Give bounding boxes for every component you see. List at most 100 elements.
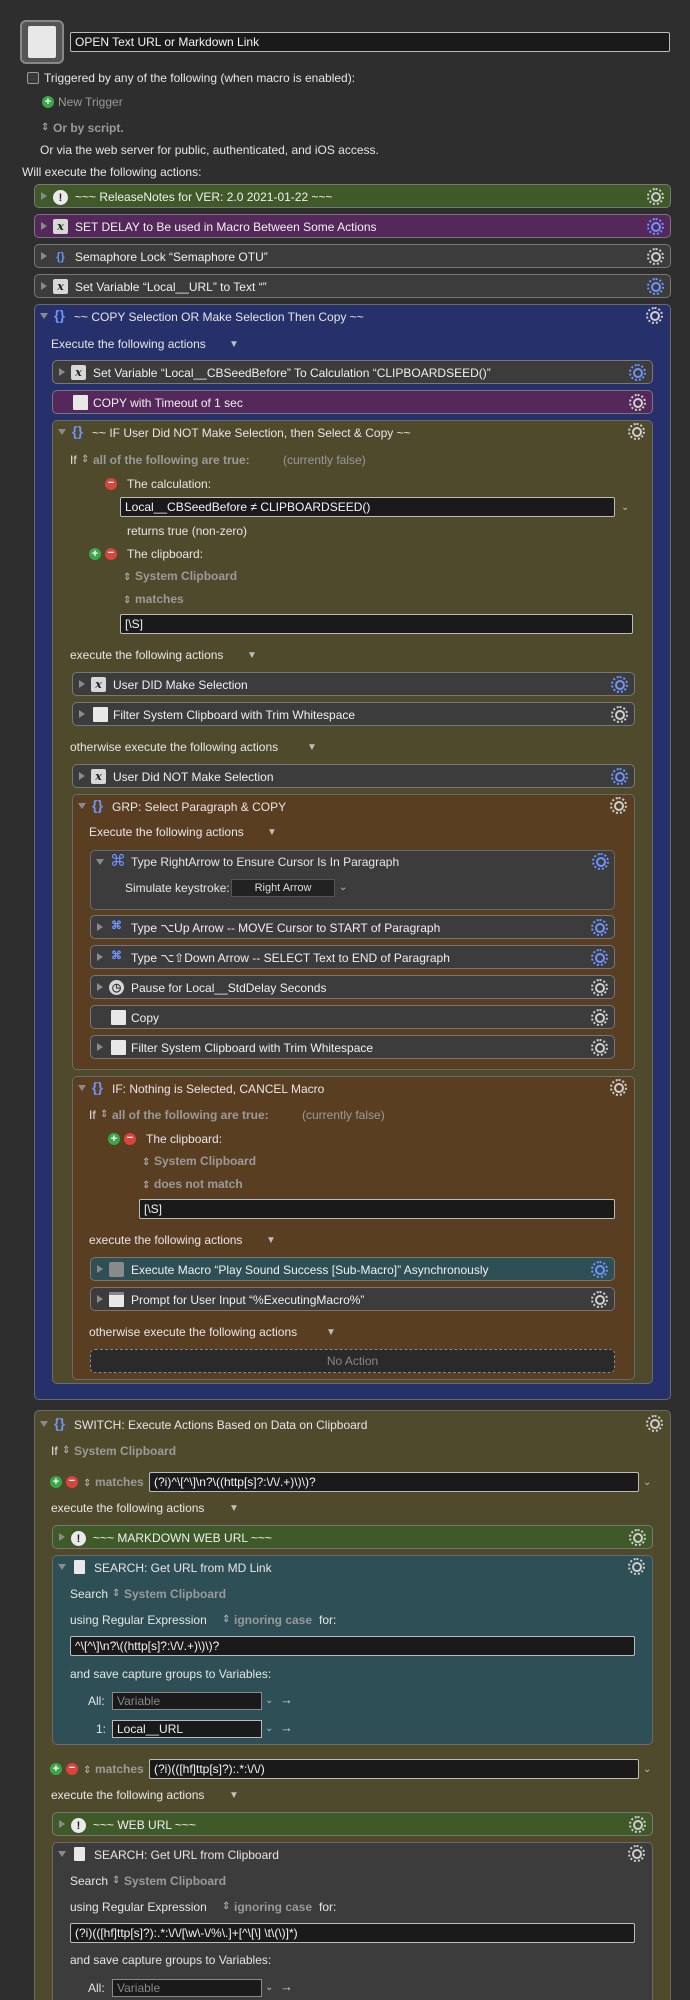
one-variable-field[interactable]: Local__URL (112, 1720, 262, 1738)
does-not-match-selector[interactable]: does not match (154, 1176, 243, 1192)
gear-icon[interactable] (628, 1558, 645, 1575)
system-clipboard-selector[interactable]: System Clipboard (124, 1586, 226, 1602)
remove-condition-icon[interactable]: − (105, 478, 117, 490)
chevron-down-icon[interactable]: ⌄ (643, 1764, 651, 1775)
action-md-web-url[interactable]: ! ~~~ MARKDOWN WEB URL ~~~ (52, 1525, 653, 1549)
action-type-up[interactable]: ⌘ Type ⌥Up Arrow -- MOVE Cursor to START… (90, 915, 615, 939)
action-prompt[interactable]: Prompt for User Input “%ExecutingMacro%” (90, 1287, 615, 1311)
case-regex-field[interactable]: (?i)(([hf]ttp[s]?):.*:\/\/) (149, 1759, 639, 1779)
action-copy-timeout[interactable]: COPY with Timeout of 1 sec (52, 390, 653, 414)
disclosure-open-icon[interactable] (58, 429, 66, 435)
gear-icon[interactable] (629, 364, 646, 381)
matches-selector[interactable]: matches (95, 1761, 144, 1777)
or-by-script[interactable]: Or by script. (53, 120, 124, 136)
chevron-down-icon[interactable]: ▼ (229, 339, 239, 350)
disclosure-icon[interactable] (97, 953, 103, 961)
gear-icon[interactable] (591, 1291, 608, 1308)
action-exec-macro[interactable]: Execute Macro “Play Sound Success [Sub-M… (90, 1257, 615, 1281)
gear-icon[interactable] (647, 188, 664, 205)
disclosure-open-icon[interactable] (40, 313, 48, 319)
gear-icon[interactable] (591, 919, 608, 936)
action-filter-trim[interactable]: Filter System Clipboard with Trim Whites… (72, 702, 635, 726)
gear-icon[interactable] (591, 1009, 608, 1026)
chevron-down-icon[interactable]: ▼ (267, 827, 277, 838)
search-regex-field[interactable]: ^\[^\]\n?\((http[s]?:\/\/.+)\)\)? (70, 1636, 635, 1656)
gear-icon[interactable] (647, 278, 664, 295)
gear-icon[interactable] (647, 218, 664, 235)
trigger-checkbox[interactable] (27, 72, 39, 84)
gear-icon[interactable] (591, 1261, 608, 1278)
add-condition-icon[interactable]: + (89, 548, 101, 560)
disclosure-open-icon[interactable] (58, 1851, 66, 1857)
action-copy[interactable]: Copy (90, 1005, 615, 1029)
add-case-icon[interactable]: + (50, 1763, 62, 1775)
arrow-right-icon[interactable]: → (280, 1720, 293, 1735)
arrow-right-icon[interactable]: → (280, 1979, 293, 1994)
action-pause[interactable]: ◷ Pause for Local__StdDelay Seconds (90, 975, 615, 999)
keystroke-field[interactable]: Right Arrow (231, 879, 335, 897)
disclosure-icon[interactable] (97, 923, 103, 931)
action-set-cbseed[interactable]: x Set Variable “Local__CBSeedBefore” To … (52, 360, 653, 384)
gear-icon[interactable] (647, 248, 664, 265)
disclosure-icon[interactable] (97, 1043, 103, 1051)
gear-icon[interactable] (592, 853, 609, 870)
gear-icon[interactable] (628, 423, 645, 440)
gear-icon[interactable] (611, 706, 628, 723)
new-trigger-plus-icon[interactable]: + (42, 96, 54, 108)
action-type-down[interactable]: ⌘ Type ⌥⇧Down Arrow -- SELECT Text to EN… (90, 945, 615, 969)
no-action-slot[interactable]: No Action (90, 1349, 615, 1373)
matches-selector[interactable]: matches (95, 1474, 144, 1490)
action-set-delay[interactable]: x SET DELAY to Be used in Macro Between … (34, 214, 671, 238)
chevron-down-icon[interactable]: ▼ (247, 650, 257, 661)
all-true-selector[interactable]: all of the following are true: (112, 1107, 269, 1123)
macro-icon[interactable] (20, 20, 64, 64)
gear-icon[interactable] (629, 394, 646, 411)
disclosure-icon[interactable] (59, 1820, 65, 1828)
disclosure-icon[interactable] (97, 983, 103, 991)
disclosure-icon[interactable] (41, 192, 47, 200)
disclosure-icon[interactable] (59, 368, 65, 376)
matches-selector[interactable]: matches (135, 591, 184, 607)
gear-icon[interactable] (611, 676, 628, 693)
regex-field[interactable]: [\S] (139, 1199, 615, 1219)
all-true-selector[interactable]: all of the following are true: (93, 452, 250, 468)
chevron-down-icon[interactable]: ⌄ (621, 502, 629, 513)
disclosure-open-icon[interactable] (58, 1564, 66, 1570)
gear-icon[interactable] (629, 1816, 646, 1833)
disclosure-icon[interactable] (79, 772, 85, 780)
remove-case-icon[interactable]: − (66, 1476, 78, 1488)
chevron-down-icon[interactable]: ⌄ (643, 1477, 651, 1488)
chevron-down-icon[interactable]: ▼ (307, 742, 317, 753)
disclosure-icon[interactable] (97, 1265, 103, 1273)
disclosure-icon[interactable] (41, 222, 47, 230)
disclosure-icon[interactable] (79, 680, 85, 688)
disclosure-open-icon[interactable] (78, 1085, 86, 1091)
chevron-down-icon[interactable]: ▼ (326, 1327, 336, 1338)
remove-condition-icon[interactable]: − (105, 548, 117, 560)
regex-field[interactable]: [\S] (120, 614, 633, 634)
remove-case-icon[interactable]: − (66, 1763, 78, 1775)
gear-icon[interactable] (646, 307, 663, 324)
gear-icon[interactable] (591, 979, 608, 996)
action-user-did-not[interactable]: x User Did NOT Make Selection (72, 764, 635, 788)
system-clipboard-selector[interactable]: System Clipboard (74, 1443, 176, 1459)
action-web-url[interactable]: ! ~~~ WEB URL ~~~ (52, 1812, 653, 1836)
action-release-notes[interactable]: ! ~~~ ReleaseNotes for VER: 2.0 2021-01-… (34, 184, 671, 208)
ignoring-case-selector[interactable]: ignoring case (234, 1899, 312, 1915)
calculation-field[interactable]: Local__CBSeedBefore ≠ CLIPBOARDSEED() (120, 497, 615, 517)
case-regex-field[interactable]: (?i)^\[^\]\n?\((http[s]?:\/\/.+)\)\)? (149, 1472, 639, 1492)
disclosure-open-icon[interactable] (78, 803, 86, 809)
gear-icon[interactable] (646, 1415, 663, 1432)
gear-icon[interactable] (610, 797, 627, 814)
gear-icon[interactable] (628, 1845, 645, 1862)
gear-icon[interactable] (629, 1529, 646, 1546)
gear-icon[interactable] (591, 1039, 608, 1056)
disclosure-icon[interactable] (59, 1533, 65, 1541)
add-case-icon[interactable]: + (50, 1476, 62, 1488)
disclosure-open-icon[interactable] (96, 859, 104, 865)
ignoring-case-selector[interactable]: ignoring case (234, 1612, 312, 1628)
remove-condition-icon[interactable]: − (124, 1133, 136, 1145)
chevron-down-icon[interactable]: ⌄ (339, 882, 347, 893)
action-semaphore[interactable]: {} Semaphore Lock “Semaphore OTU” (34, 244, 671, 268)
system-clipboard-selector[interactable]: System Clipboard (135, 568, 237, 584)
